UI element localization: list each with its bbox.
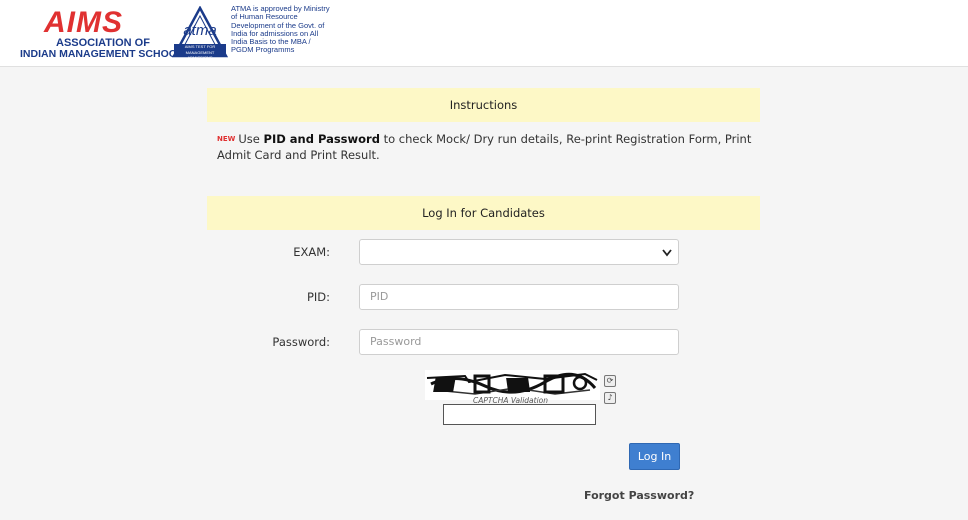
atma-logo-tag: AIMS TEST FOR MANAGEMENT ADMISSIONS — [174, 44, 226, 60]
forgot-password-link[interactable]: Forgot Password? — [584, 489, 694, 502]
exam-label: EXAM: — [293, 245, 330, 259]
aims-logo-mark: AIMS — [44, 6, 123, 39]
password-label: Password: — [272, 335, 330, 349]
login-button[interactable]: Log In — [629, 443, 680, 470]
instructions-prefix: Use — [238, 132, 264, 146]
login-heading: Log In for Candidates — [207, 196, 760, 230]
chevron-down-icon — [662, 249, 672, 257]
aims-logo-line2: INDIAN MANAGEMENT SCHOOLS — [20, 48, 191, 60]
pid-input[interactable] — [359, 284, 679, 310]
atma-description: ATMA is approved by Ministry of Human Re… — [231, 4, 330, 55]
instructions-heading: Instructions — [207, 88, 760, 122]
atma-logo-text: atma — [183, 22, 217, 39]
instructions-text: NEW Use PID and Password to check Mock/ D… — [217, 131, 757, 163]
new-badge: NEW — [217, 135, 236, 143]
site-header: AIMS ASSOCIATION OF INDIAN MANAGEMENT SC… — [0, 0, 968, 67]
aims-logo: AIMS ASSOCIATION OF INDIAN MANAGEMENT SC… — [18, 6, 190, 60]
password-input[interactable] — [359, 329, 679, 355]
audio-icon[interactable]: ♪ — [604, 392, 616, 404]
captcha-input[interactable] — [443, 404, 596, 425]
instructions-bold: PID and Password — [263, 132, 380, 146]
exam-select[interactable] — [359, 239, 679, 265]
pid-label: PID: — [306, 290, 330, 304]
refresh-icon[interactable]: ⟳ — [604, 375, 616, 387]
